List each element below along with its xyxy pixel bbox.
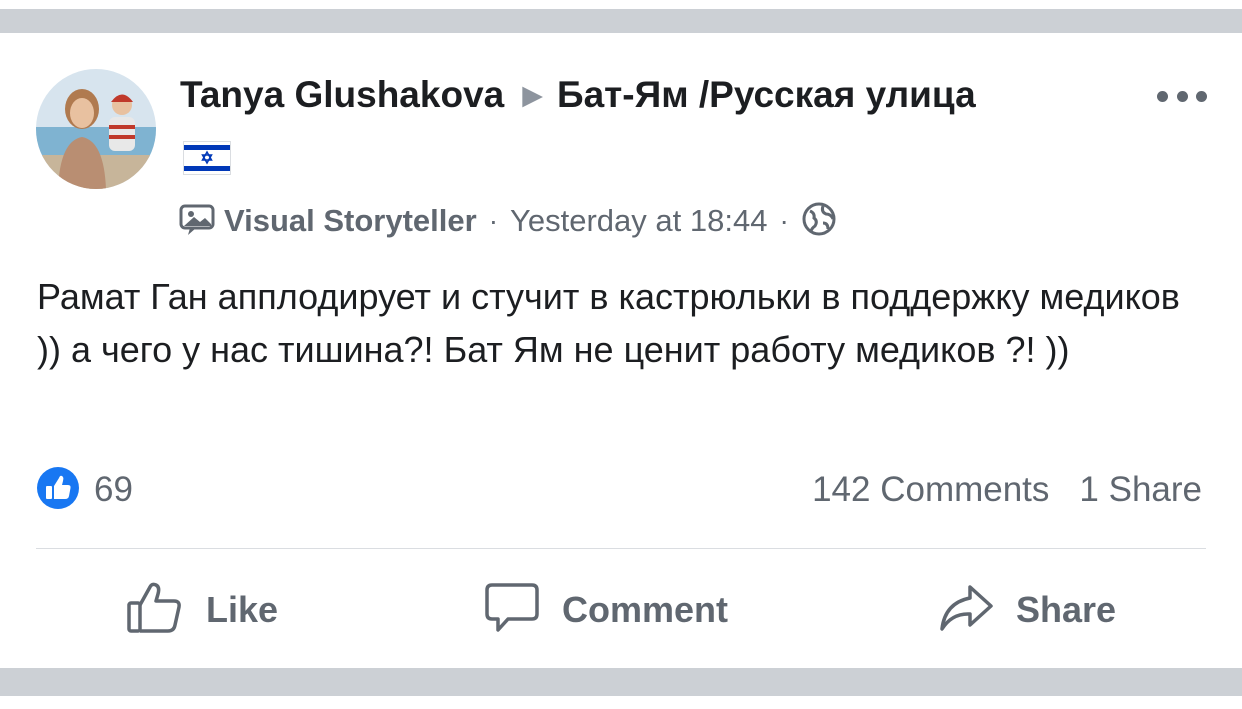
shares-count-link[interactable]: 1 Share <box>1079 470 1202 510</box>
visual-storyteller-icon <box>178 202 218 241</box>
share-label: Share <box>1016 589 1117 630</box>
engagement-stats: 142 Comments 1 Share <box>812 468 1202 512</box>
like-label: Like <box>206 589 279 630</box>
reactions-summary[interactable]: 69 <box>36 466 133 515</box>
post-body-text: Рамат Ган апплодирует и стучит в кастрюл… <box>37 276 1180 370</box>
share-button[interactable]: Share <box>938 582 1116 638</box>
reaction-count: 69 <box>94 470 133 509</box>
more-dot-icon <box>1176 90 1188 102</box>
like-reaction-icon <box>36 466 80 515</box>
globe-icon[interactable] <box>801 201 837 242</box>
comments-count-link[interactable]: 142 Comments <box>812 470 1049 510</box>
post-meta: Visual Storyteller · Yesterday at 18:44 … <box>178 200 837 242</box>
separator-dot: · <box>488 205 499 236</box>
feed-divider-bottom <box>0 668 1242 696</box>
comment-label: Comment <box>562 589 729 630</box>
feed-divider-top <box>0 9 1242 33</box>
actions-divider <box>36 548 1206 549</box>
more-options-button[interactable] <box>1157 86 1207 106</box>
like-button[interactable]: Like <box>126 582 278 638</box>
thumbs-up-icon <box>126 581 184 640</box>
separator-dot: · <box>779 205 789 236</box>
avatar[interactable] <box>36 69 156 189</box>
posted-in-arrow-icon: ▶ <box>522 79 543 110</box>
more-dot-icon <box>1157 90 1168 102</box>
post-header: Tanya Glushakova ▶ Бат-Ям /Русская улица <box>180 72 976 118</box>
post-timestamp[interactable]: Yesterday at 18:44 <box>510 203 767 239</box>
visual-storyteller-badge[interactable]: Visual Storyteller <box>224 203 477 239</box>
share-arrow-icon <box>938 581 994 640</box>
author-name[interactable]: Tanya Glushakova <box>180 74 504 116</box>
group-name[interactable]: Бат-Ям /Русская улица <box>557 74 976 116</box>
comment-button[interactable]: Comment <box>484 582 728 638</box>
israel-flag-icon <box>183 141 231 175</box>
comment-bubble-icon <box>484 581 540 640</box>
more-dot-icon <box>1196 90 1207 102</box>
avatar-image <box>36 69 156 189</box>
